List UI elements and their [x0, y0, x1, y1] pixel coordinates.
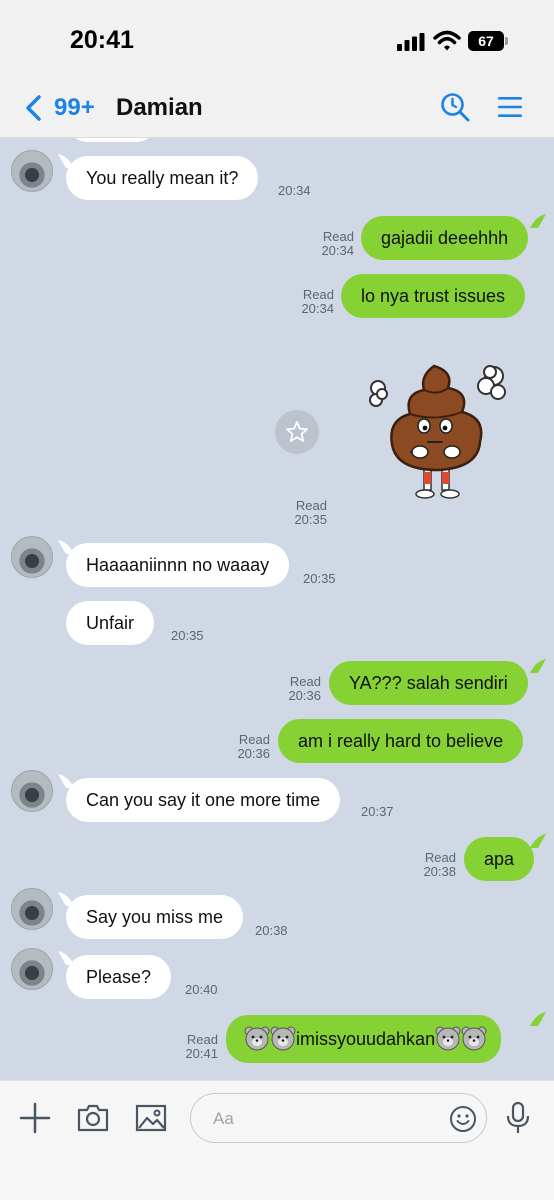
poop-sticker[interactable] [362, 360, 512, 506]
cellular-signal-icon [397, 33, 425, 51]
message-bubble-outgoing[interactable]: YA??? salah sendiri [329, 661, 528, 705]
message-bubble-incoming[interactable]: Please? [66, 955, 172, 999]
message-bubble-incoming[interactable]: Unfair [66, 601, 155, 645]
bubble-tail [530, 214, 546, 228]
message-composer: Aa [0, 1080, 554, 1200]
favorite-sticker-button[interactable] [275, 410, 319, 454]
bear-emoji-icon [270, 1026, 296, 1051]
message-bubble-outgoing[interactable]: am i really hard to believe [278, 719, 524, 763]
message-time: 20:34 [301, 301, 334, 316]
battery-indicator: 67 [468, 31, 508, 51]
message-bubble-outgoing[interactable]: gajadii deeehhh [361, 216, 529, 260]
image-icon[interactable] [134, 1101, 168, 1135]
camera-icon[interactable] [76, 1101, 110, 1135]
message-bubble-incoming[interactable]: Say you miss me [66, 895, 244, 939]
back-button[interactable]: 99+ [24, 92, 104, 124]
message-input[interactable]: Aa [190, 1093, 487, 1143]
menu-icon[interactable] [498, 96, 522, 118]
read-receipt: Read [238, 732, 270, 747]
bear-emoji-icon [244, 1026, 270, 1051]
read-receipt: Read [186, 1032, 218, 1047]
wifi-icon [433, 30, 461, 51]
chevron-left-icon [26, 95, 41, 121]
message-time: 20:38 [423, 864, 456, 879]
chat-area[interactable]: You really mean it? 20:34 gajadii deeehh… [0, 138, 554, 1080]
battery-level: 67 [478, 33, 494, 49]
read-receipt: Read [289, 674, 321, 689]
message-bubble-outgoing[interactable]: apa [464, 837, 535, 881]
message-time: 20:36 [237, 746, 270, 761]
read-receipt: Read [424, 850, 456, 865]
bubble-tail [530, 1012, 546, 1026]
message-time: 20:35 [294, 512, 327, 527]
microphone-icon[interactable] [505, 1101, 531, 1135]
avatar[interactable] [11, 948, 53, 990]
read-receipt: Read [295, 498, 327, 513]
bear-emoji-icon [435, 1026, 461, 1051]
message-time: 20:34 [278, 183, 311, 198]
message-text: imissyouudahkan [296, 1029, 436, 1049]
bubble-tail [530, 659, 546, 673]
star-icon [286, 421, 308, 442]
plus-icon[interactable] [18, 1101, 52, 1135]
contact-name[interactable]: Damian [116, 94, 203, 122]
avatar[interactable] [11, 770, 53, 812]
read-receipt: Read [322, 229, 354, 244]
read-receipt: Read [302, 287, 334, 302]
message-time: 20:34 [321, 243, 354, 258]
message-time: 20:35 [171, 628, 204, 643]
message-time: 20:35 [303, 571, 336, 586]
bear-emoji-icon [461, 1026, 487, 1051]
previous-message-bubble [66, 138, 158, 142]
emoji-icon[interactable] [449, 1105, 477, 1133]
message-bubble-incoming[interactable]: Can you say it one more time [66, 778, 341, 822]
unread-count: 99+ [54, 94, 95, 121]
message-bubble-incoming[interactable]: You really mean it? [66, 156, 259, 200]
avatar[interactable] [11, 888, 53, 930]
search-icon[interactable] [440, 92, 470, 122]
message-time: 20:38 [255, 923, 288, 938]
message-bubble-incoming[interactable]: Haaaaniinnn no waaay [66, 543, 290, 587]
avatar[interactable] [11, 536, 53, 578]
message-bubble-outgoing[interactable]: lo nya trust issues [341, 274, 526, 318]
message-time: 20:37 [361, 804, 394, 819]
message-time: 20:41 [185, 1046, 218, 1061]
chat-header: 99+ Damian [0, 80, 554, 138]
message-time: 20:40 [185, 982, 218, 997]
avatar[interactable] [11, 150, 53, 192]
message-input-placeholder: Aa [213, 1109, 234, 1128]
status-bar: 20:41 67 [0, 0, 554, 80]
message-time: 20:36 [288, 688, 321, 703]
status-time: 20:41 [70, 26, 134, 54]
bubble-tail [530, 834, 546, 848]
message-bubble-outgoing[interactable]: imissyouudahkan [226, 1015, 502, 1063]
